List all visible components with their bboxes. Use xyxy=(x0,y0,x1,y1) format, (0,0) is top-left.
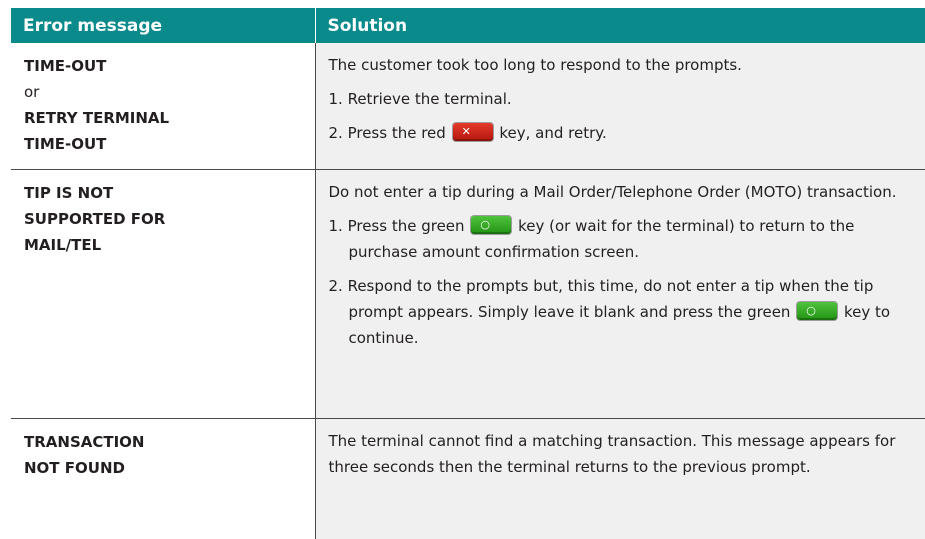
error-table: Error message Solution TIME-OUT or RETRY… xyxy=(11,8,925,539)
error-text: TIP IS NOT xyxy=(24,180,307,206)
error-text: RETRY TERMINAL xyxy=(24,105,307,131)
table-row: TIP IS NOT SUPPORTED FOR MAIL/TEL Do not… xyxy=(11,170,925,419)
error-text: NOT FOUND xyxy=(24,455,307,481)
step-text: 1. Retrieve the terminal. xyxy=(329,90,512,108)
error-text: MAIL/TEL xyxy=(24,232,307,258)
error-text: TRANSACTION xyxy=(24,429,307,455)
ok-key-icon: ○ xyxy=(471,216,511,234)
table-row: TIME-OUT or RETRY TERMINAL TIME-OUT The … xyxy=(11,43,925,170)
error-cell: TRANSACTION NOT FOUND xyxy=(11,419,315,539)
error-text: SUPPORTED FOR xyxy=(24,206,307,232)
solution-intro: The terminal cannot find a matching tran… xyxy=(329,428,918,480)
header-row: Error message Solution xyxy=(11,8,925,43)
error-text: TIME-OUT xyxy=(24,53,307,79)
solution-step: 2. Respond to the prompts but, this time… xyxy=(329,273,918,351)
cancel-key-icon: ✕ xyxy=(453,123,493,141)
step-text: key, and retry. xyxy=(499,124,606,142)
header-solution: Solution xyxy=(315,8,925,43)
solution-step: 2. Press the red ✕ key, and retry. xyxy=(329,120,918,146)
solution-step: 1. Press the green ○ key (or wait for th… xyxy=(329,213,918,265)
solution-cell: The customer took too long to respond to… xyxy=(315,43,925,170)
step-text: 1. Press the green xyxy=(329,217,465,235)
solution-cell: Do not enter a tip during a Mail Order/T… xyxy=(315,170,925,419)
ok-key-icon: ○ xyxy=(797,302,837,320)
error-text: TIME-OUT xyxy=(24,131,307,157)
step-text: 2. Respond to the prompts but, this time… xyxy=(329,277,874,321)
error-cell: TIME-OUT or RETRY TERMINAL TIME-OUT xyxy=(11,43,315,170)
solution-cell: The terminal cannot find a matching tran… xyxy=(315,419,925,539)
solution-intro: Do not enter a tip during a Mail Order/T… xyxy=(329,179,918,205)
table-row: TRANSACTION NOT FOUND The terminal canno… xyxy=(11,419,925,539)
error-text: or xyxy=(24,79,307,105)
error-cell: TIP IS NOT SUPPORTED FOR MAIL/TEL xyxy=(11,170,315,419)
solution-intro: The customer took too long to respond to… xyxy=(329,52,918,78)
step-text: 2. Press the red xyxy=(329,124,446,142)
solution-step: 1. Retrieve the terminal. xyxy=(329,86,918,112)
header-error-message: Error message xyxy=(11,8,315,43)
